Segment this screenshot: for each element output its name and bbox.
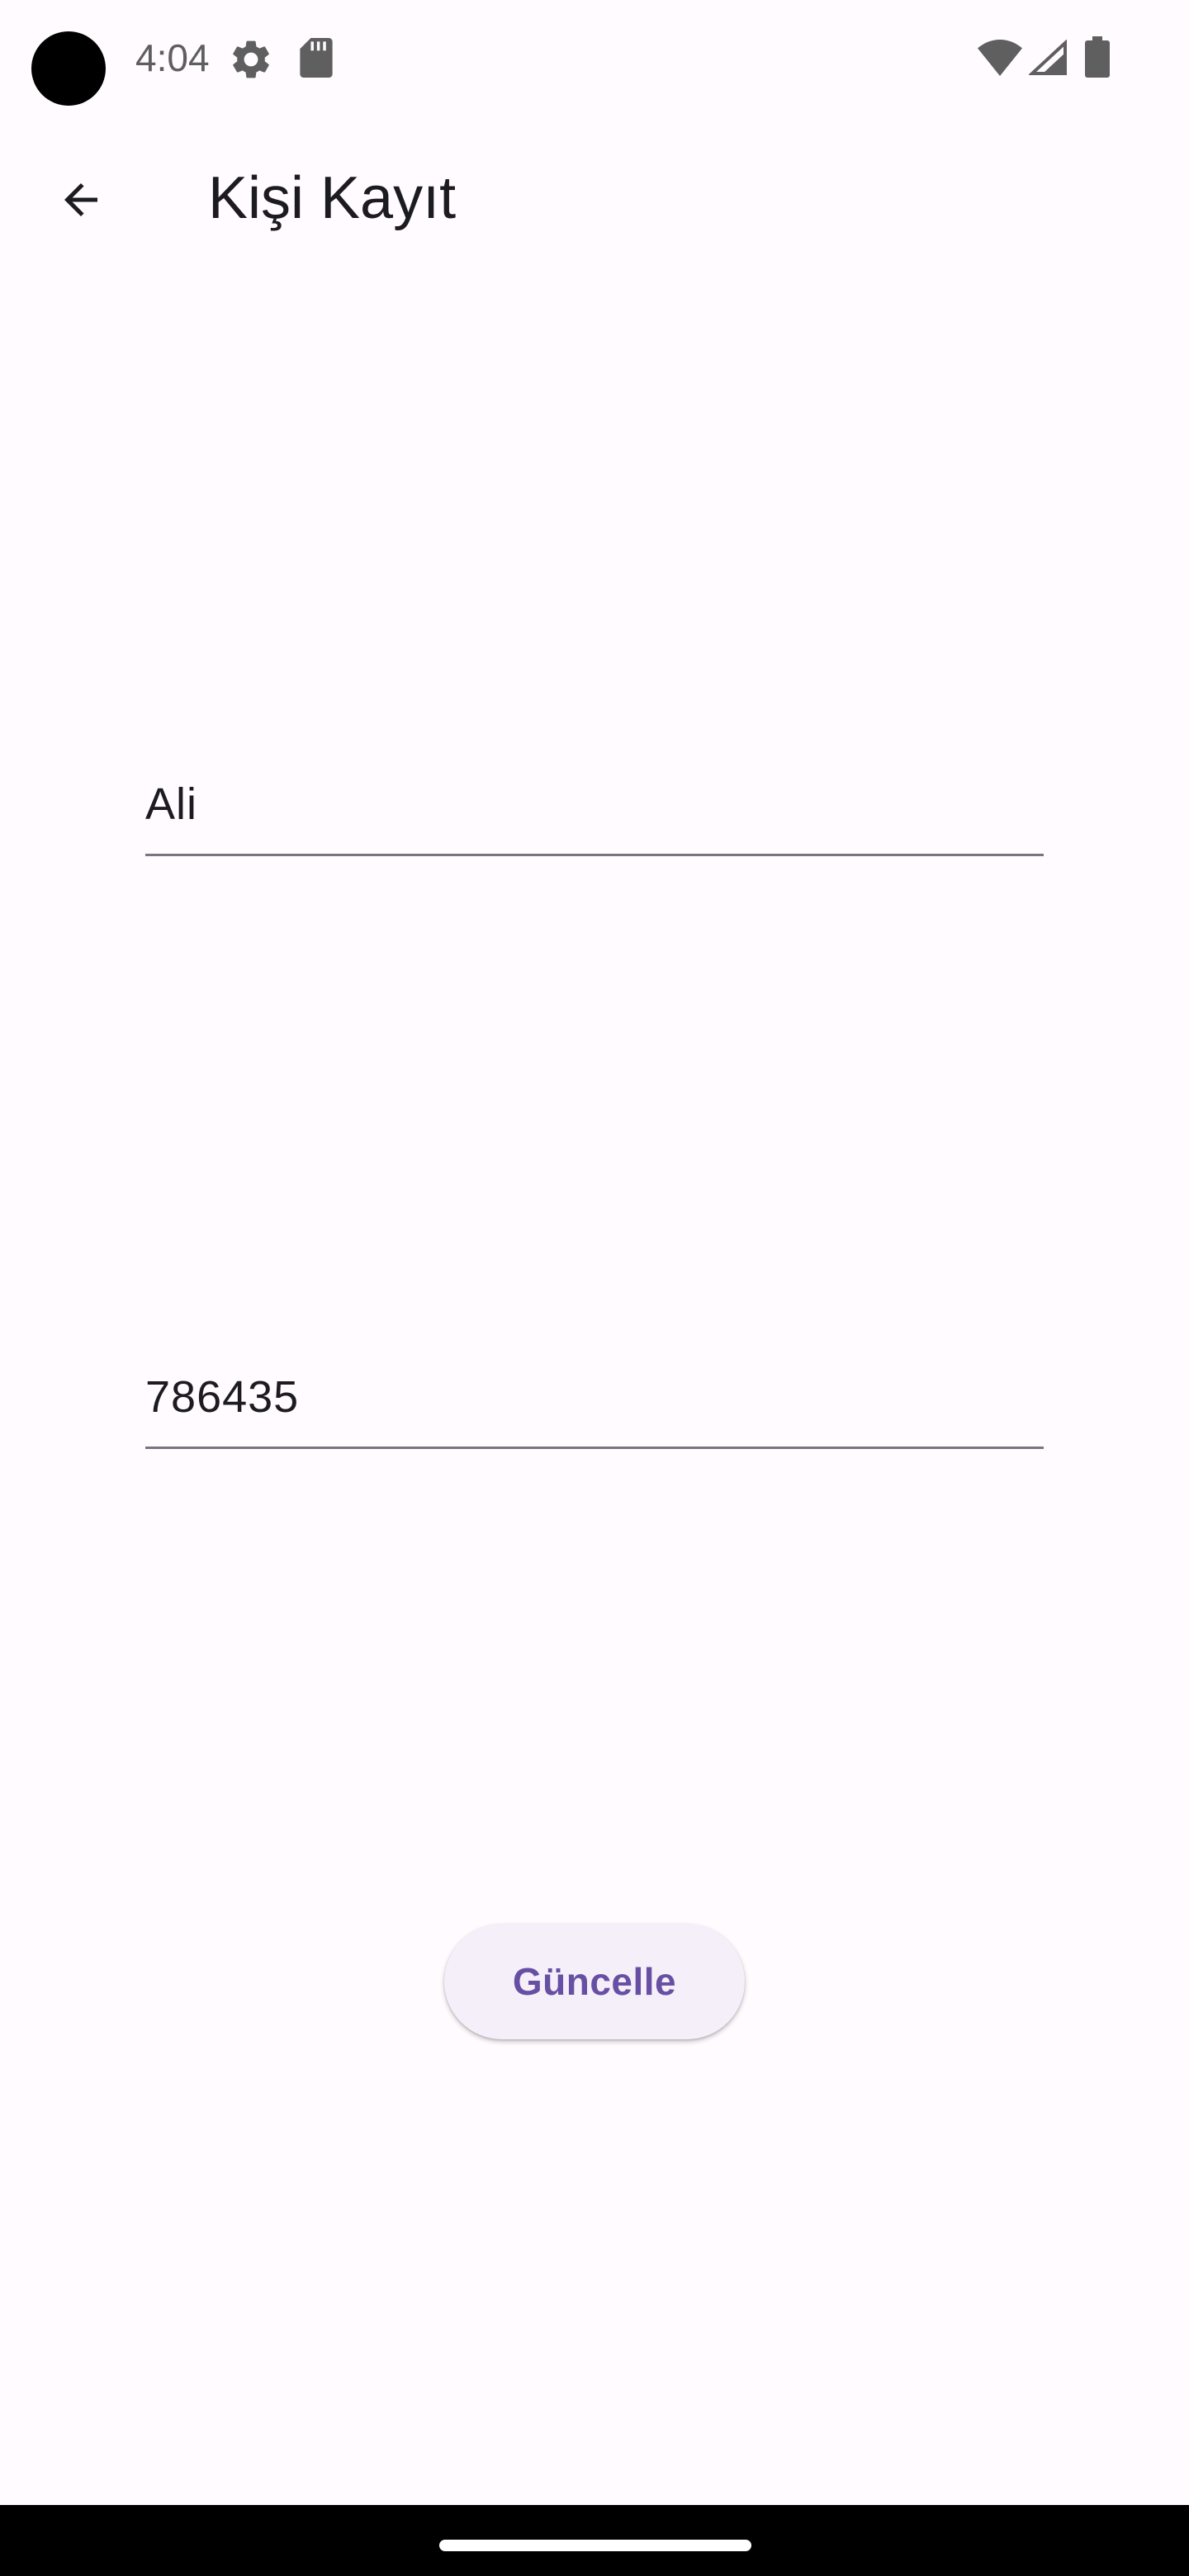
signal-icon [1029,40,1067,75]
update-button[interactable]: Güncelle [444,1924,745,2039]
sd-card-icon [300,38,333,78]
name-field[interactable] [145,755,1044,856]
wifi-icon [978,40,1022,76]
status-bar: 4:04 [0,0,1189,116]
app-bar: Kişi Kayıt [0,116,1189,272]
page-title: Kişi Kayıt [208,165,457,231]
camera-cutout [31,31,106,106]
battery-icon [1085,36,1110,78]
arrow-back-icon [64,183,97,216]
home-gesture-handle[interactable] [439,2540,751,2551]
status-time: 4:04 [135,36,210,79]
back-button[interactable] [33,152,129,248]
update-button-label: Güncelle [512,1960,677,2003]
number-input[interactable] [145,1347,1044,1447]
name-input[interactable] [145,755,1044,854]
navigation-bar [0,2505,1189,2576]
gear-icon [233,40,269,78]
number-field[interactable] [145,1347,1044,1449]
